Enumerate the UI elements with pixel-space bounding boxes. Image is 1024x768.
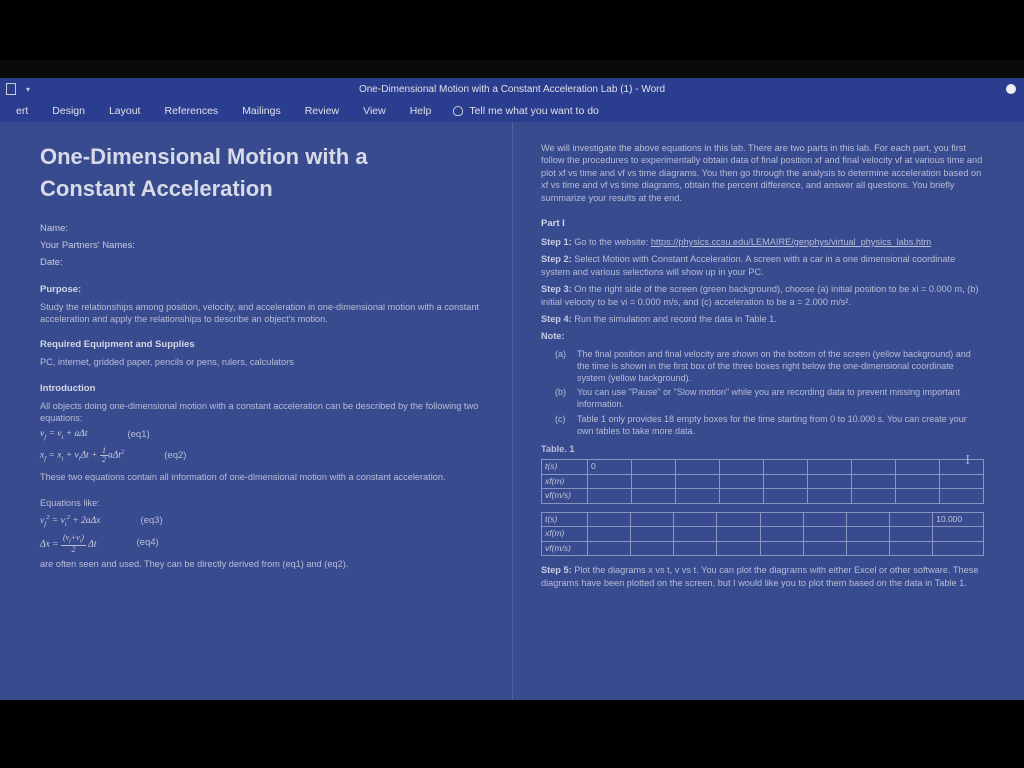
window-title: One-Dimensional Motion with a Constant A… — [359, 84, 665, 95]
title-bar: ▾ One-Dimensional Motion with a Constant… — [0, 78, 1024, 100]
date-label: Date: — [40, 257, 484, 270]
tab-view[interactable]: View — [351, 100, 398, 122]
monitor-bezel — [0, 60, 1024, 78]
tab-design[interactable]: Design — [40, 100, 97, 122]
step-4: Step 4: Run the simulation and record th… — [541, 313, 984, 325]
doc-title-line1: One-Dimensional Motion with a — [40, 142, 484, 172]
purpose-heading: Purpose: — [40, 284, 484, 297]
right-intro: We will investigate the above equations … — [541, 142, 984, 204]
table-1a: t(s)0 xf(m) vf(m/s) — [541, 459, 984, 503]
table-row: t(s)10.000 — [542, 512, 984, 526]
table-row: xf(m) — [542, 474, 984, 488]
derive-note: are often seen and used. They can be dir… — [40, 558, 484, 570]
page-right-column: We will investigate the above equations … — [512, 122, 1024, 700]
doc-icon — [6, 83, 16, 95]
tell-me-search[interactable]: Tell me what you want to do — [443, 105, 599, 117]
step-3: Step 3: On the right side of the screen … — [541, 283, 984, 308]
share-icon[interactable] — [1006, 84, 1016, 94]
tab-layout[interactable]: Layout — [97, 100, 153, 122]
ribbon-tabs: ert Design Layout References Mailings Re… — [0, 100, 1024, 122]
equations-like: Equations like: — [40, 497, 484, 509]
tab-insert-partial[interactable]: ert — [4, 100, 40, 122]
partners-label: Your Partners' Names: — [40, 240, 484, 253]
step-2: Step 2: Select Motion with Constant Acce… — [541, 253, 984, 278]
tab-references[interactable]: References — [152, 100, 230, 122]
purpose-body: Study the relationships among position, … — [40, 301, 484, 326]
introduction-body: All objects doing one-dimensional motion… — [40, 400, 484, 425]
page-left-column: One-Dimensional Motion with a Constant A… — [0, 122, 512, 700]
equation-1: vf = vi + aΔt (eq1) — [40, 428, 484, 443]
introduction-heading: Introduction — [40, 383, 484, 396]
text-cursor-icon: I — [965, 452, 970, 471]
lightbulb-icon — [453, 106, 463, 116]
equation-4: Δx = (vf+vi)2 Δt (eq4) — [40, 534, 484, 554]
table-row: xf(m) — [542, 527, 984, 541]
document-area[interactable]: One-Dimensional Motion with a Constant A… — [0, 122, 1024, 700]
equipment-body: PC, internet, gridded paper, pencils or … — [40, 356, 484, 368]
table-caption: Table. 1 — [541, 443, 984, 455]
table-row: vf(m/s) — [542, 541, 984, 555]
equipment-heading: Required Equipment and Supplies — [40, 339, 484, 352]
name-label: Name: — [40, 223, 484, 236]
step-1: Step 1: Go to the website: https://physi… — [541, 236, 984, 248]
note-list: (a)The final position and final velocity… — [555, 348, 984, 437]
tell-me-label: Tell me what you want to do — [469, 105, 599, 117]
table-row: vf(m/s) — [542, 489, 984, 503]
equation-3: vf2 = vi2 + 2aΔx (eq3) — [40, 514, 484, 530]
eq-note: These two equations contain all informat… — [40, 471, 484, 483]
step1-link[interactable]: https://physics.ccsu.edu/LEMAIRE/genphys… — [651, 237, 931, 247]
qat-customize-icon[interactable]: ▾ — [26, 85, 30, 94]
equation-2: xf = xi + viΔt + 12aΔt2 (eq2) — [40, 447, 484, 465]
part1-heading: Part I — [541, 218, 984, 231]
note-heading: Note: — [541, 330, 984, 342]
tab-review[interactable]: Review — [293, 100, 351, 122]
tab-help[interactable]: Help — [398, 100, 444, 122]
doc-title-line2: Constant Acceleration — [40, 174, 484, 204]
table-1b: t(s)10.000 xf(m) vf(m/s) — [541, 512, 984, 556]
step-5: Step 5: Plot the diagrams x vs t, v vs t… — [541, 564, 984, 589]
table-row: t(s)0 — [542, 460, 984, 474]
tab-mailings[interactable]: Mailings — [230, 100, 293, 122]
